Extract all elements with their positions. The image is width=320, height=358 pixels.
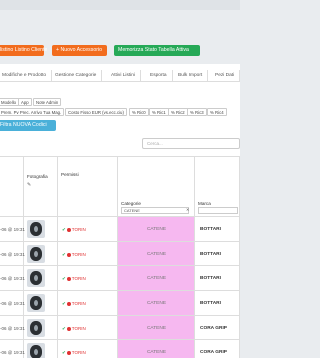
- clear-filter-icon[interactable]: ✕: [186, 207, 189, 212]
- row-brand: BOTTARI: [200, 276, 221, 281]
- column-toggle-costo-fisso[interactable]: Costo Fisso EUR (vs.ecc.ciu): [65, 108, 127, 116]
- top-toolbar: [0, 0, 240, 38]
- column-toggle-ric2[interactable]: % Ric2: [168, 108, 188, 116]
- header-date: [0, 156, 24, 216]
- tyre-chain-icon: [30, 345, 42, 358]
- column-toggle-ric3[interactable]: % Ric3: [187, 108, 207, 116]
- column-toggle-ric4[interactable]: % Ric4: [207, 108, 227, 116]
- categorie-filter-input[interactable]: CATENE: [121, 207, 189, 214]
- tyre-chain-icon: [30, 296, 42, 310]
- column-toggle-ric1[interactable]: % Ric1: [149, 108, 169, 116]
- product-thumbnail[interactable]: [27, 245, 45, 263]
- row-date: -06 @ 19:31: [0, 350, 25, 355]
- row-category: CATENE: [146, 276, 167, 281]
- row-date: -06 @ 19:31: [0, 276, 25, 281]
- column-toggle-modello[interactable]: Modello: [0, 98, 20, 106]
- table-row[interactable]: -06 @ 19:31 ✔ TORIN CATENE BOTTARI: [0, 241, 240, 265]
- row-brand: BOTTARI: [200, 301, 221, 306]
- tyre-chain-icon: [30, 321, 42, 335]
- header-fotografia[interactable]: Fotografia ✎: [24, 156, 58, 216]
- row-date: -06 @ 19:31: [0, 301, 25, 306]
- tab-attivi-listini[interactable]: Attivi Listini: [106, 70, 141, 82]
- row-brand: CORA GRIP: [200, 350, 228, 355]
- row-date: -06 @ 19:31: [0, 227, 25, 232]
- permission-status: ✔ TORIN: [62, 252, 86, 257]
- filtra-codici-button[interactable]: Filtra NUOVA Codici: [0, 120, 56, 131]
- row-brand: BOTTARI: [200, 227, 221, 232]
- permission-status: ✔ TORIN: [62, 326, 86, 331]
- tyre-chain-icon: [30, 222, 42, 236]
- row-category: CATENE: [146, 252, 167, 257]
- toolbar-edge: [0, 0, 240, 10]
- product-thumbnail[interactable]: [27, 343, 45, 358]
- header-marca[interactable]: Marca: [195, 156, 240, 216]
- product-thumbnail[interactable]: [27, 319, 45, 337]
- column-toggle-ric0[interactable]: % Ric0: [129, 108, 149, 116]
- header-permissi-label: Permissi: [61, 172, 79, 177]
- row-date: -06 @ 19:31: [0, 252, 25, 257]
- table-row[interactable]: -06 @ 19:31 ✔ TORIN CATENE CORA GRIP: [0, 339, 240, 358]
- table-row[interactable]: -06 @ 19:31 ✔ TORIN CATENE BOTTARI: [0, 216, 240, 241]
- column-toggle-note-admin[interactable]: Note Admin: [33, 98, 62, 106]
- tab-esporta[interactable]: Esporta: [145, 70, 173, 82]
- tyre-chain-icon: [30, 271, 42, 285]
- tab-pezi-dati[interactable]: Pezi Dati: [210, 70, 241, 82]
- product-thumbnail[interactable]: [27, 294, 45, 312]
- column-toggle-prem-pv[interactable]: Prem. Pv Prec. Arrivo Tua Mag.: [0, 108, 65, 116]
- header-categorie-label: Categorie: [121, 201, 141, 206]
- nuovo-accessorio-button[interactable]: + Nuovo Accessorio: [52, 45, 107, 56]
- row-category: CATENE: [146, 301, 167, 306]
- pencil-icon[interactable]: ✎: [27, 182, 31, 188]
- memorizza-stato-button[interactable]: Memorizza Stato Tabella Attiva: [114, 45, 200, 56]
- tab-modifiche[interactable]: Modifiche e Prodotto: [0, 70, 52, 82]
- header-permissi[interactable]: Permissi: [58, 156, 118, 216]
- row-category: CATENE: [146, 326, 167, 331]
- listino-cliente-button[interactable]: listino Listino Cliente: [0, 45, 47, 56]
- tab-gestione-categorie[interactable]: Gestione Categorie: [50, 70, 103, 82]
- search-input[interactable]: Cerca...: [142, 138, 240, 149]
- product-thumbnail[interactable]: [27, 220, 45, 238]
- row-brand: BOTTARI: [200, 252, 221, 257]
- product-thumbnail[interactable]: [27, 269, 45, 287]
- permission-status: ✔ TORIN: [62, 350, 86, 355]
- row-category: CATENE: [146, 227, 167, 232]
- header-marca-label: Marca: [198, 201, 211, 206]
- header-categorie[interactable]: Categorie CATENE ✕: [118, 156, 195, 216]
- row-date: -06 @ 19:31: [0, 326, 25, 331]
- tab-bulk-import[interactable]: Bulk Import: [173, 70, 209, 82]
- table-row[interactable]: -06 @ 19:31 ✔ TORIN CATENE BOTTARI: [0, 265, 240, 290]
- table-row[interactable]: -06 @ 19:31 ✔ TORIN CATENE CORA GRIP: [0, 315, 240, 339]
- marca-filter-input[interactable]: [198, 207, 238, 214]
- tyre-chain-icon: [30, 247, 42, 261]
- row-brand: CORA GRIP: [200, 326, 228, 331]
- row-category: CATENE: [146, 350, 167, 355]
- column-toggle-app[interactable]: App: [18, 98, 32, 106]
- permission-status: ✔ TORIN: [62, 227, 86, 232]
- permission-status: ✔ TORIN: [62, 301, 86, 306]
- table-row[interactable]: -06 @ 19:31 ✔ TORIN CATENE BOTTARI: [0, 290, 240, 315]
- header-fotografia-label: Fotografia: [27, 174, 48, 179]
- permission-status: ✔ TORIN: [62, 276, 86, 281]
- tab-bar: Modifiche e Prodotto Gestione Categorie …: [0, 70, 241, 82]
